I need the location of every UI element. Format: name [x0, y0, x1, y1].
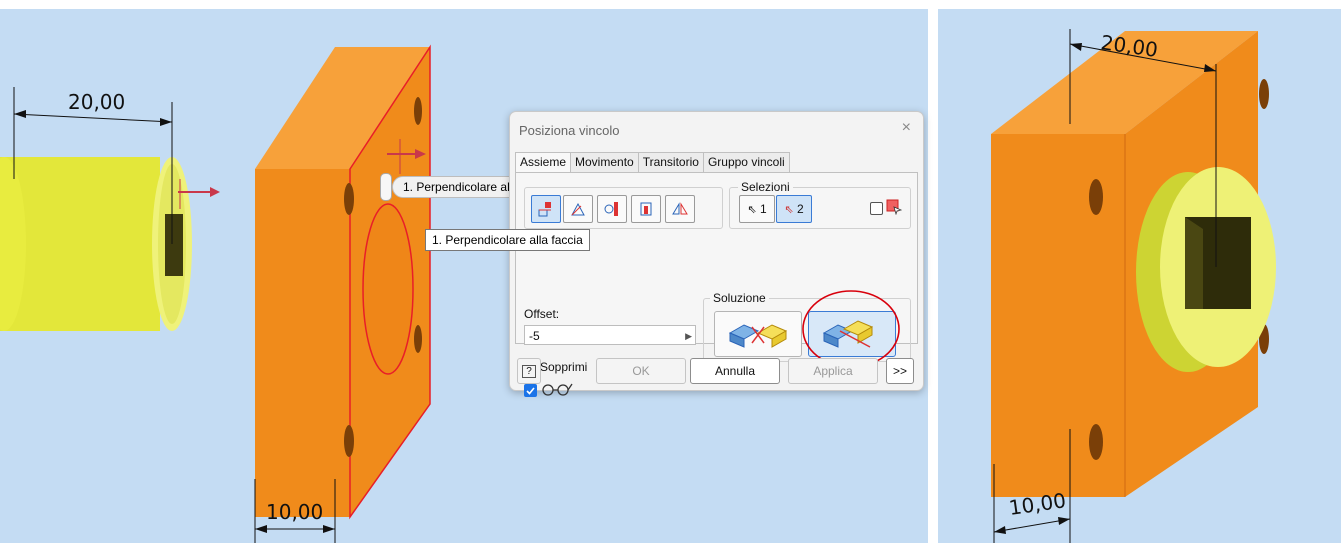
pointer-icon: ⇖ — [784, 203, 794, 216]
glasses-icon — [542, 383, 573, 396]
orange-plate-part[interactable] — [255, 44, 431, 520]
cylinder-dim-text: 20,00 — [68, 90, 125, 114]
tab-transitorio[interactable]: Transitorio — [637, 152, 704, 173]
place-constraint-dialog: Posiziona vincolo × Assieme Movimento Tr… — [509, 111, 924, 397]
tangent-icon — [604, 202, 618, 216]
ok-button[interactable]: OK — [596, 358, 686, 384]
mate-constraint-button[interactable] — [531, 195, 561, 223]
constraint-tooltip: 1. Perpendicolare alla faccia — [425, 229, 590, 251]
selection-1-button[interactable]: ⇖ 1 — [739, 195, 775, 223]
play-arrow-icon[interactable]: ▶ — [685, 326, 692, 346]
symmetry-constraint-button[interactable] — [665, 195, 695, 223]
assembled-cylinder-part[interactable] — [1136, 167, 1276, 372]
right-viewport[interactable]: 20,00 10,00 — [938, 9, 1341, 543]
angle-constraint-button[interactable] — [563, 195, 593, 223]
glyph-drag-handle[interactable] — [380, 173, 392, 201]
selection-1-label: 1 — [759, 202, 767, 216]
more-button[interactable]: >> — [886, 358, 914, 384]
cylinder-part[interactable] — [0, 157, 192, 331]
tab-gruppo-vincoli[interactable]: Gruppo vincoli — [702, 152, 790, 173]
pick-part-first-checkbox[interactable] — [870, 202, 883, 215]
mate-solution-icon — [728, 324, 788, 348]
angle-icon — [571, 202, 585, 216]
selection-2-label: 2 — [796, 202, 804, 216]
apply-button[interactable]: Applica — [788, 358, 878, 384]
right-3d-canvas[interactable]: 20,00 10,00 — [938, 9, 1341, 543]
insert-constraint-button[interactable] — [631, 195, 661, 223]
preview-checkbox[interactable] — [524, 384, 537, 397]
selections-group: Selezioni ⇖ 1 ⇖ 2 — [729, 180, 911, 229]
checkmark-icon — [526, 387, 535, 395]
solution-label: Soluzione — [710, 291, 769, 305]
insert-icon — [640, 202, 652, 216]
plate-dim-text: 10,00 — [266, 500, 323, 524]
symmetry-icon — [672, 202, 688, 215]
solution-group: Soluzione — [703, 290, 911, 368]
selections-label: Selezioni — [738, 180, 793, 194]
tab-movimento[interactable]: Movimento — [570, 152, 639, 173]
help-icon: ? — [522, 364, 536, 378]
mate-icon — [538, 202, 551, 217]
offset-input[interactable]: -5 ▶ — [524, 325, 696, 345]
tangent-constraint-button[interactable] — [597, 195, 627, 223]
help-button[interactable]: ? — [517, 358, 541, 384]
solution-mate-button[interactable] — [714, 311, 802, 357]
selection-2-button[interactable]: ⇖ 2 — [776, 195, 812, 223]
offset-value: -5 — [529, 329, 540, 343]
dialog-tabs: Assieme Movimento Transitorio Gruppo vin… — [515, 152, 790, 174]
dialog-title: Posiziona vincolo — [519, 123, 620, 138]
cancel-button[interactable]: Annulla — [690, 358, 780, 384]
offset-label: Offset: — [524, 307, 560, 321]
close-icon[interactable]: × — [902, 119, 911, 137]
tab-assieme[interactable]: Assieme — [515, 152, 572, 174]
type-group — [524, 187, 723, 229]
pointer-icon: ⇖ — [747, 203, 757, 216]
suppress-label: Sopprimi — [540, 360, 588, 374]
tab-panel-assieme: Selezioni ⇖ 1 ⇖ 2 Offset: -5 ▶ Soluzione — [515, 172, 918, 397]
pick-part-first-icon — [886, 199, 902, 215]
